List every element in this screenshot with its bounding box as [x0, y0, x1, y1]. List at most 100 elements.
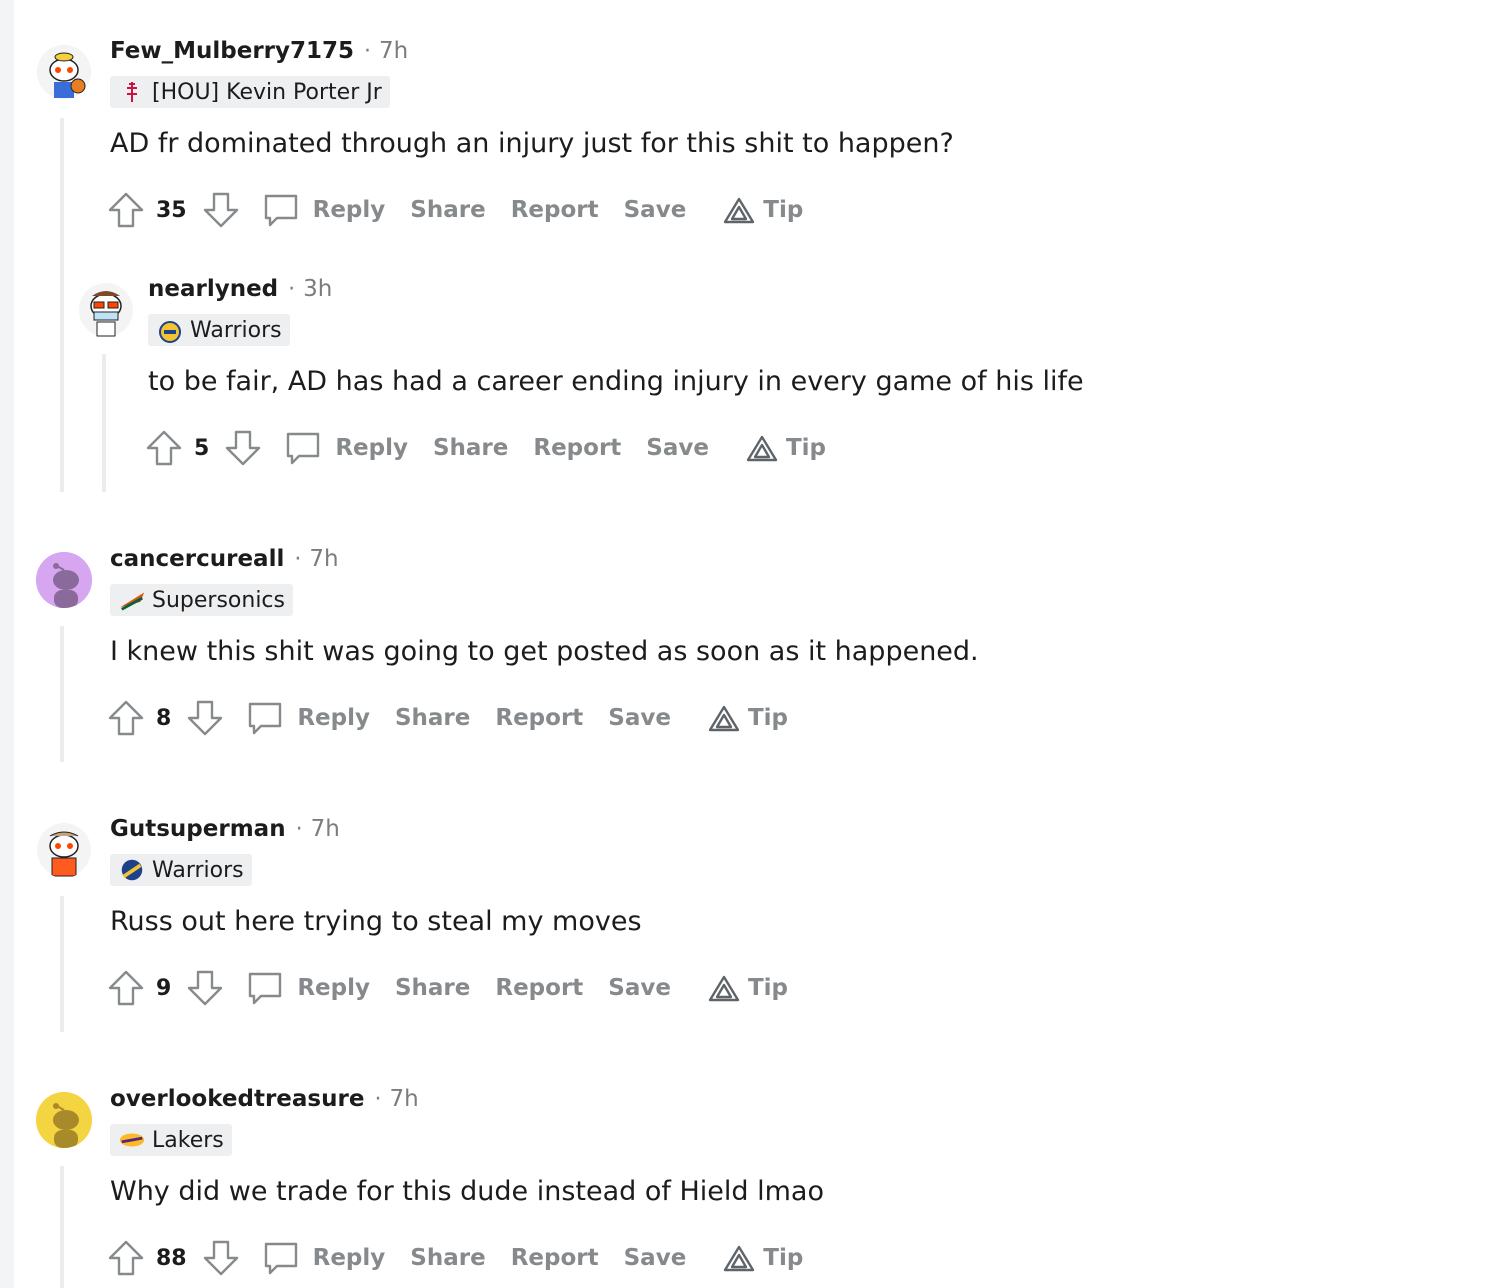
- comment-body: Why did we trade for this dude instead o…: [110, 1176, 824, 1207]
- username[interactable]: Few_Mulberry7175: [110, 38, 354, 64]
- reply-label: Reply: [312, 1245, 386, 1271]
- upvote-icon[interactable]: [144, 428, 184, 468]
- tip-triangle-icon: [746, 435, 778, 462]
- avatar[interactable]: [36, 822, 92, 878]
- thread-line[interactable]: [60, 896, 64, 1032]
- comment-bubble-icon: [245, 698, 285, 738]
- comment-actions: 9 Reply Share Report Save Tip: [106, 968, 788, 1008]
- tip-label: Tip: [763, 1245, 804, 1271]
- tip-label: Tip: [763, 197, 804, 223]
- comment-bubble-icon: [283, 428, 323, 468]
- comment-header: overlookedtreasure · 7h: [110, 1086, 419, 1112]
- avatar[interactable]: [36, 552, 92, 608]
- downvote-icon[interactable]: [185, 968, 225, 1008]
- tip-label: Tip: [785, 435, 827, 461]
- avatar[interactable]: [36, 44, 92, 100]
- report-button[interactable]: Report: [495, 975, 583, 1001]
- thread-line[interactable]: [60, 626, 64, 762]
- comment-body: I knew this shit was going to get posted…: [110, 636, 979, 667]
- downvote-icon[interactable]: [201, 190, 241, 230]
- reply-button[interactable]: Reply: [241, 1238, 386, 1278]
- tip-triangle-icon: [708, 975, 740, 1002]
- tip-label: Tip: [747, 975, 789, 1001]
- tip-button[interactable]: Tip: [723, 196, 803, 224]
- reply-button[interactable]: Reply: [225, 968, 370, 1008]
- tip-button[interactable]: Tip: [708, 704, 788, 732]
- rockets-logo-icon: [118, 79, 146, 105]
- reply-button[interactable]: Reply: [241, 190, 386, 230]
- comment-header: Gutsuperman · 7h: [110, 816, 340, 842]
- save-button[interactable]: Save: [646, 435, 709, 461]
- timestamp[interactable]: 7h: [389, 1086, 418, 1112]
- flair-text: [HOU] Kevin Porter Jr: [152, 79, 382, 105]
- vote-score: 9: [156, 975, 172, 1001]
- save-button[interactable]: Save: [608, 705, 671, 731]
- timestamp[interactable]: 7h: [311, 816, 340, 842]
- reply-button[interactable]: Reply: [263, 428, 408, 468]
- tip-button[interactable]: Tip: [708, 974, 788, 1002]
- timestamp[interactable]: 7h: [379, 38, 408, 64]
- report-button[interactable]: Report: [495, 705, 583, 731]
- share-button[interactable]: Share: [395, 705, 470, 731]
- username[interactable]: cancercureall: [110, 546, 284, 572]
- separator-dot: ·: [374, 1087, 382, 1112]
- flair-text: Warriors: [190, 317, 282, 343]
- comment-actions: 35 Reply Share Report Save Tip: [106, 190, 803, 230]
- comment-actions: 88 Reply Share Report Save Tip: [106, 1238, 803, 1278]
- report-button[interactable]: Report: [511, 1245, 599, 1271]
- share-button[interactable]: Share: [395, 975, 470, 1001]
- separator-dot: ·: [288, 277, 296, 302]
- save-button[interactable]: Save: [608, 975, 671, 1001]
- thread-line[interactable]: [102, 354, 106, 492]
- tip-triangle-icon: [724, 1245, 755, 1272]
- save-button[interactable]: Save: [624, 197, 687, 223]
- avatar[interactable]: [36, 1092, 92, 1148]
- user-flair: Supersonics: [110, 584, 293, 616]
- comment-bubble-icon: [261, 1238, 301, 1278]
- thread-line[interactable]: [60, 1166, 64, 1288]
- downvote-icon[interactable]: [223, 428, 263, 468]
- comment-header: Few_Mulberry7175 · 7h: [110, 38, 408, 64]
- bay-warriors-logo-icon: [156, 317, 184, 343]
- share-button[interactable]: Share: [433, 435, 508, 461]
- downvote-icon[interactable]: [201, 1238, 241, 1278]
- downvote-icon[interactable]: [185, 698, 225, 738]
- flair-text: Supersonics: [152, 587, 285, 613]
- reply-button[interactable]: Reply: [225, 698, 370, 738]
- upvote-icon[interactable]: [106, 698, 146, 738]
- thread-line[interactable]: [60, 118, 64, 492]
- comment-body: Russ out here trying to steal my moves: [110, 906, 642, 937]
- separator-dot: ·: [294, 547, 302, 572]
- username[interactable]: overlookedtreasure: [110, 1086, 364, 1112]
- username[interactable]: Gutsuperman: [110, 816, 286, 842]
- timestamp[interactable]: 3h: [303, 276, 332, 302]
- separator-dot: ·: [295, 817, 303, 842]
- report-button[interactable]: Report: [533, 435, 621, 461]
- report-button[interactable]: Report: [511, 197, 599, 223]
- avatar[interactable]: [78, 282, 134, 338]
- comment-actions: 5 Reply Share Report Save Tip: [144, 428, 826, 468]
- vote-score: 88: [156, 1245, 187, 1271]
- user-flair: Lakers: [110, 1124, 232, 1156]
- supersonics-logo-icon: [118, 587, 146, 613]
- user-flair: [HOU] Kevin Porter Jr: [110, 76, 390, 108]
- reply-label: Reply: [335, 435, 408, 461]
- flair-text: Warriors: [152, 857, 244, 883]
- save-button[interactable]: Save: [624, 1245, 687, 1271]
- tip-button[interactable]: Tip: [723, 1244, 803, 1272]
- upvote-icon[interactable]: [106, 968, 146, 1008]
- share-button[interactable]: Share: [410, 1245, 485, 1271]
- comment-body: AD fr dominated through an injury just f…: [110, 128, 954, 159]
- comment-header: nearlyned · 3h: [148, 276, 332, 302]
- timestamp[interactable]: 7h: [309, 546, 338, 572]
- upvote-icon[interactable]: [106, 190, 146, 230]
- share-button[interactable]: Share: [410, 197, 485, 223]
- reply-label: Reply: [297, 705, 370, 731]
- vote-score: 8: [156, 705, 172, 731]
- username[interactable]: nearlyned: [148, 276, 278, 302]
- tip-triangle-icon: [708, 705, 740, 732]
- tip-label: Tip: [747, 705, 789, 731]
- reply-label: Reply: [312, 197, 386, 223]
- tip-button[interactable]: Tip: [746, 434, 826, 462]
- upvote-icon[interactable]: [106, 1238, 146, 1278]
